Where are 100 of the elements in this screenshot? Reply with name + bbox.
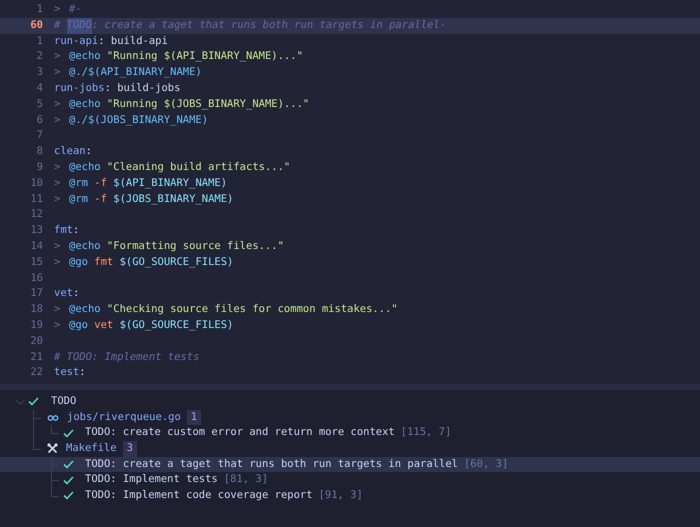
variable-reference: $(GO_SOURCE_FILES) xyxy=(118,254,234,270)
link-icon xyxy=(47,414,59,421)
todo-text: TODO: Implement tests xyxy=(85,472,218,488)
indent-marker: > xyxy=(54,160,62,175)
variable-reference: $(JOBS_BINARY_NAME) xyxy=(112,192,234,207)
check-icon xyxy=(28,397,39,406)
indent-marker: > xyxy=(54,96,62,112)
todo-location: [60, 3] xyxy=(464,456,508,472)
todo-item[interactable]: TODO: Implement tests [81, 3] xyxy=(0,472,700,488)
make-target: clean xyxy=(54,144,86,160)
file-name[interactable]: Makefile xyxy=(66,441,117,457)
string-literal: "Cleaning build artifacts..." xyxy=(106,160,290,175)
line-number: 6 xyxy=(36,112,44,128)
line-number: 8 xyxy=(36,144,44,160)
check-icon xyxy=(63,476,74,485)
indent-marker: > xyxy=(54,176,62,191)
todo-text: TODO: Implement code coverage report xyxy=(85,488,313,504)
variable-reference: $(API_BINARY_NAME) xyxy=(112,176,228,191)
line-number: 19 xyxy=(29,318,44,333)
shell-command: @go xyxy=(69,254,88,270)
line-number: 12 xyxy=(29,207,44,222)
line-number: 14 xyxy=(29,238,44,254)
indent-marker: > xyxy=(54,49,62,64)
code-comment: : create a taget that runs both run targets in parallel xyxy=(92,18,440,33)
string-literal: "Formatting source files..." xyxy=(106,238,284,254)
code-text: : build-api xyxy=(98,34,168,49)
line-number: 15 xyxy=(29,254,44,270)
string-literal: "Running $(JOBS_BINARY_NAME)..." xyxy=(106,96,310,112)
line-number: 60 xyxy=(29,18,44,33)
todo-location: [91, 3] xyxy=(318,488,363,504)
line-number: 17 xyxy=(29,286,44,302)
string-literal: "Checking source files for common mistakes..." xyxy=(106,302,398,318)
indent-marker: > xyxy=(54,302,62,318)
code-text: : xyxy=(86,144,92,160)
code-text: : xyxy=(72,223,80,238)
todo-location: [81, 3] xyxy=(224,472,268,488)
indent-marker: > xyxy=(54,254,62,270)
check-icon xyxy=(63,460,74,470)
shell-command: @rm xyxy=(69,176,88,191)
line-number: 18 xyxy=(29,302,44,318)
shell-command: @rm xyxy=(69,192,88,207)
line-number: 13 xyxy=(29,223,44,238)
tree-root-label[interactable]: TODO xyxy=(51,394,76,410)
indent-marker: > xyxy=(54,238,62,254)
variable-reference: $(GO_SOURCE_FILES) xyxy=(118,318,234,333)
shell-command: @./$(API_BINARY_NAME) xyxy=(69,65,202,80)
line-number: 16 xyxy=(29,270,44,286)
make-target: run-jobs xyxy=(54,81,105,96)
make-target: fmt xyxy=(54,223,73,238)
code-text: : xyxy=(79,365,86,380)
string-literal: "Running $(API_BINARY_NAME)..." xyxy=(106,49,303,64)
indent-marker: > xyxy=(54,65,62,80)
command-argument: vet xyxy=(93,318,114,333)
todo-location: [115, 7] xyxy=(400,425,452,440)
todo-item[interactable]: TODO: create custom error and return more context [115, 7] xyxy=(0,425,700,442)
line-number: 11 xyxy=(29,192,44,207)
shell-command: @echo xyxy=(69,49,101,64)
indent-marker: > xyxy=(54,112,62,128)
make-target: vet xyxy=(54,286,73,302)
todo-text: TODO: create a taget that runs both run targets in parallel xyxy=(85,456,458,472)
file-name[interactable]: jobs/riverqueue.go xyxy=(67,410,181,426)
code-comment: # TODO: Implement tests xyxy=(54,350,200,365)
line-number: 7 xyxy=(36,128,44,144)
code-comment: #- xyxy=(69,2,82,18)
line-number: 1 xyxy=(36,34,44,49)
todo-item[interactable]: TODO: create a taget that runs both run targets in parallel [60, 3] xyxy=(0,456,700,472)
shell-command: @./$(JOBS_BINARY_NAME) xyxy=(69,112,208,128)
indent-marker: > xyxy=(54,2,62,18)
line-number: 20 xyxy=(29,334,44,349)
shell-command: @echo xyxy=(69,302,101,318)
shell-command: @echo xyxy=(69,96,101,112)
code-text: : build-jobs xyxy=(104,81,180,96)
code-comment: # xyxy=(54,18,62,33)
todo-item[interactable]: TODO: Implement code coverage report [91, 3] xyxy=(0,488,700,504)
whitespace-marker: - xyxy=(440,18,446,33)
code-text: : xyxy=(72,286,80,302)
line-number: 10 xyxy=(29,176,44,191)
line-number: 1 xyxy=(36,2,44,18)
indent-marker: > xyxy=(54,318,62,333)
check-icon xyxy=(63,491,74,500)
make-target: run-api xyxy=(54,34,98,49)
count-badge: 1 xyxy=(186,410,202,426)
line-number: 22 xyxy=(29,365,44,380)
tools-icon xyxy=(47,443,58,454)
make-target: test xyxy=(54,365,80,380)
command-argument: -f xyxy=(93,176,107,191)
line-number: 4 xyxy=(36,81,44,96)
indent-marker: > xyxy=(54,192,62,207)
command-argument: fmt xyxy=(93,254,114,270)
shell-command: @echo xyxy=(69,160,101,175)
todo-text: TODO: create custom error and return more context xyxy=(85,425,395,440)
command-argument: -f xyxy=(93,192,107,207)
shell-command: @echo xyxy=(69,238,101,254)
shell-command: @go xyxy=(69,318,88,333)
check-icon xyxy=(63,428,74,438)
line-number: 21 xyxy=(29,350,44,365)
count-badge: 3 xyxy=(122,441,137,457)
line-number: 3 xyxy=(36,65,44,80)
line-number: 2 xyxy=(36,49,44,64)
line-number: 9 xyxy=(36,160,44,175)
